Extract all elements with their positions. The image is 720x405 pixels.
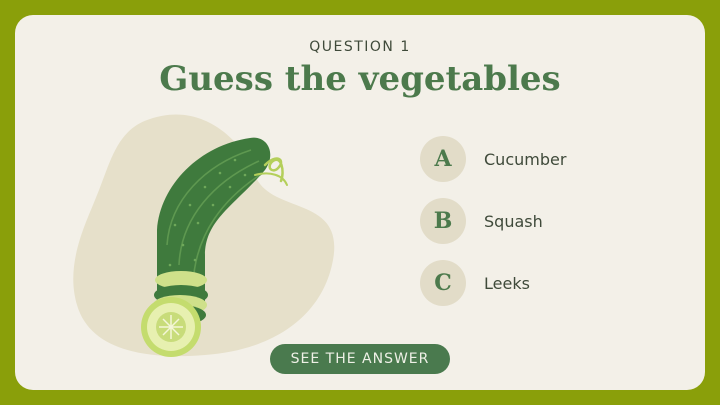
cucumber-illustration (55, 105, 355, 380)
option-a[interactable]: A Cucumber (420, 135, 640, 183)
quiz-card: QUESTION 1 Guess the vegetables A Cucumb… (15, 15, 705, 390)
option-c[interactable]: C Leeks (420, 259, 640, 307)
option-a-letter: A (420, 136, 466, 182)
option-b[interactable]: B Squash (420, 197, 640, 245)
option-c-text: Leeks (484, 273, 530, 293)
question-number: QUESTION 1 (309, 39, 411, 55)
option-a-text: Cucumber (484, 149, 567, 169)
option-b-text: Squash (484, 211, 543, 231)
option-b-letter: B (420, 198, 466, 244)
option-c-letter: C (420, 260, 466, 306)
question-title: Guess the vegetables (159, 59, 561, 99)
cucumber-icon (73, 114, 335, 357)
see-answer-button[interactable]: SEE THE ANSWER (270, 344, 450, 374)
